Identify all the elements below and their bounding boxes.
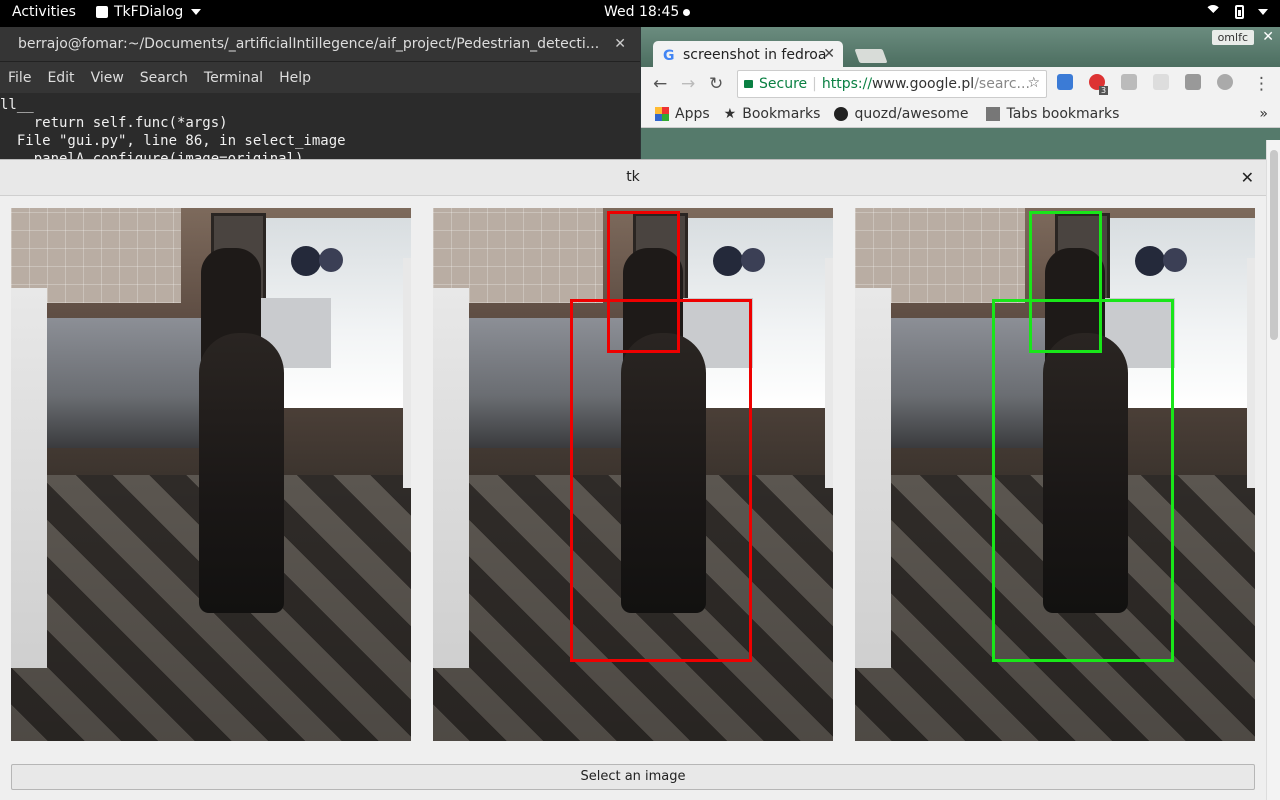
close-icon[interactable]: ✕ [614,27,626,62]
extension-badge: 3 [1099,86,1109,95]
menu-terminal[interactable]: Terminal [204,70,263,86]
chevron-down-icon [1258,9,1268,15]
url-scheme: https:// [821,76,873,92]
bookmark-apps[interactable]: Apps [675,106,710,122]
extension-icon[interactable] [1153,74,1169,90]
extension-icon[interactable] [1217,74,1233,90]
terminal-titlebar[interactable]: berrajo@fomar:~/Documents/_artificialInt… [0,27,640,62]
menu-search[interactable]: Search [140,70,188,86]
notification-dot-icon [683,8,691,16]
reload-icon[interactable]: ↻ [709,74,723,94]
back-icon[interactable]: ← [653,74,667,94]
star-icon[interactable]: ☆ [1027,75,1040,91]
gnome-top-bar: Activities TkFDialog Wed 18:45 [0,0,1280,27]
image-panel-nms [855,208,1255,741]
bookmark-quozd[interactable]: quozd/awesome [854,106,968,122]
folder-icon [986,107,1001,121]
terminal-output[interactable]: ll__ return self.func(*args) File "gui.p… [0,93,640,168]
app-menu-label: TkFDialog [114,4,184,20]
terminal-line: ll__ [0,97,34,113]
clock-label: Wed 18:45 [604,4,680,20]
toolbar: ← → ↻ Secure | https://www.google.pl/searc… [641,67,1280,101]
bookmark-bookmarks[interactable]: Bookmarks [742,106,820,122]
clock[interactable]: Wed 18:45 [604,4,691,20]
pedestrian-photo [11,208,411,741]
browser-tab[interactable]: G screenshot in fedroa ✕ [653,41,843,69]
tab-title: screenshot in fedroa [683,47,827,63]
menu-icon[interactable]: ⋮ [1253,74,1270,94]
close-tab-icon[interactable]: ✕ [823,46,835,62]
chevron-down-icon [191,9,202,15]
close-icon[interactable]: ✕ [1241,160,1254,195]
forward-icon[interactable]: → [681,74,695,94]
menu-edit[interactable]: Edit [47,70,74,86]
terminal-title: berrajo@fomar:~/Documents/_artificialInt… [18,36,600,52]
image-panel-original [11,208,411,741]
dialog-title: tk [626,169,640,185]
menu-file[interactable]: File [8,70,31,86]
bookmark-tabs[interactable]: Tabs bookmarks [1006,106,1119,122]
close-icon[interactable]: ✕ [1262,29,1274,45]
detection-box [570,299,752,662]
browser-scrollbar[interactable] [1266,140,1280,800]
battery-icon [1235,5,1244,19]
app-menu[interactable]: TkFDialog [96,4,202,20]
extension-icon[interactable] [1121,74,1137,90]
tk-titlebar[interactable]: tk ✕ [0,160,1266,196]
new-tab-button[interactable] [854,49,888,63]
extension-icon[interactable] [1057,74,1073,90]
terminal-line: File "gui.py", line 86, in select_image [0,133,346,149]
tk-dialog: tk ✕ Select an image [0,159,1266,800]
extension-icon[interactable] [1185,74,1201,90]
menu-help[interactable]: Help [279,70,311,86]
select-image-button[interactable]: Select an image [11,764,1255,790]
secure-label: Secure [759,76,808,92]
wifi-icon [1205,5,1221,21]
system-tray[interactable] [1205,5,1268,21]
lock-icon [744,80,753,88]
url-host: www.google.pl [872,76,975,92]
profile-button[interactable]: omlfc [1211,30,1254,45]
google-icon: G [663,48,675,64]
more-bookmarks-button[interactable]: » [1259,106,1268,122]
detection-box [992,299,1174,662]
bookmarks-bar: Apps ★ Bookmarks quozd/awesome Tabs book… [641,101,1280,128]
github-icon [834,107,849,121]
star-icon: ★ [723,106,737,122]
menu-view[interactable]: View [91,70,124,86]
tab-strip: G screenshot in fedroa ✕ omlfc ✕ [641,27,1280,69]
address-bar[interactable]: Secure | https://www.google.pl/searc... ☆ [737,70,1047,98]
url-path: /searc... [974,76,1030,92]
activities-button[interactable]: Activities [12,4,76,20]
scroll-thumb[interactable] [1270,150,1278,340]
image-panel-detections [433,208,833,741]
apps-icon [655,107,669,121]
window-icon [96,6,108,18]
terminal-menubar: File Edit View Search Terminal Help [0,62,640,93]
terminal-line: return self.func(*args) [0,115,228,131]
